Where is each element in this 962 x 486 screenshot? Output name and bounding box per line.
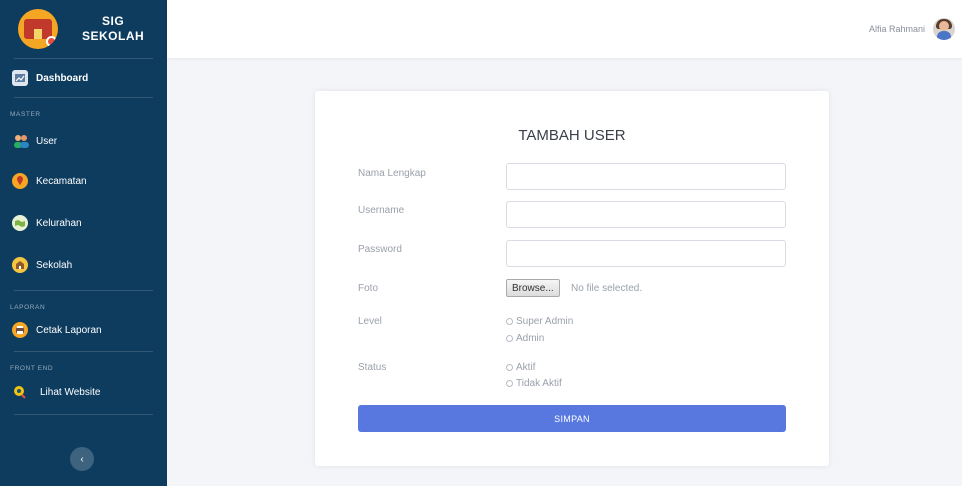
brand[interactable]: SIG SEKOLAH [0,0,167,58]
radio-tidak-aktif[interactable]: Tidak Aktif [506,378,562,389]
sidebar-item-label: Lihat Website [40,386,101,398]
sidebar-item-label: Sekolah [36,259,73,271]
view-icon [12,384,28,400]
radio-circle[interactable] [506,318,513,325]
section-label-master: MASTER [10,111,41,118]
simpan-button[interactable]: SIMPAN [358,405,786,432]
radio-aktif[interactable]: Aktif [506,362,535,373]
section-label-laporan: LAPORAN [10,304,46,311]
sidebar-item-sekolah[interactable]: Sekolah [0,244,167,286]
status-label: Status [358,362,387,373]
divider [14,351,153,352]
sidebar-item-label: Cetak Laporan [36,324,102,336]
foto-label: Foto [358,283,379,294]
printer-icon [12,322,28,338]
password-label: Password [358,244,402,255]
radio-label: Super Admin [516,316,574,327]
dashboard-icon [12,70,28,86]
radio-circle[interactable] [506,364,513,371]
school-logo-icon [18,9,58,49]
user-name[interactable]: Alfia Rahmani [869,24,925,34]
school-icon [12,257,28,273]
chevron-left-icon: ‹ [80,453,84,465]
map-icon [12,215,28,231]
sidebar-item-kecamatan[interactable]: Kecamatan [0,160,167,202]
add-user-form-card: TAMBAH USER Nama Lengkap Username Passwo… [315,91,829,466]
sidebar-item-dashboard[interactable]: Dashboard [0,59,167,97]
radio-circle[interactable] [506,335,513,342]
radio-admin[interactable]: Admin [506,333,544,344]
divider [14,414,153,415]
divider [14,290,153,291]
sidebar-item-label: Dashboard [36,72,89,84]
location-icon [12,173,28,189]
username-label: Username [358,205,405,216]
radio-super-admin[interactable]: Super Admin [506,316,573,327]
sidebar-item-label: Kelurahan [36,217,82,229]
radio-label: Aktif [516,362,536,373]
sidebar-item-cetak-laporan[interactable]: Cetak Laporan [0,313,167,347]
sidebar-item-label: Kecamatan [36,175,87,187]
file-status: No file selected. [571,283,643,294]
level-label: Level [358,316,382,327]
avatar[interactable] [933,18,955,40]
section-label-front-end: FRONT END [10,365,54,372]
page-title: TAMBAH USER [518,127,626,144]
divider [14,97,153,98]
browse-button[interactable]: Browse... [506,279,560,297]
nama-label: Nama Lengkap [358,168,426,179]
users-icon [12,133,29,149]
topbar: Alfia Rahmani [167,0,962,58]
sidebar-item-user[interactable]: User [0,122,167,160]
sidebar: SIG SEKOLAH Dashboard MASTER User Kecama… [0,0,167,486]
brand-name: SIG SEKOLAH [82,14,145,43]
radio-label: Tidak Aktif [516,378,562,389]
password-input[interactable] [506,240,786,267]
sidebar-item-kelurahan[interactable]: Kelurahan [0,202,167,244]
sidebar-item-label: User [36,135,58,147]
sidebar-toggle-button[interactable]: ‹ [70,447,94,471]
radio-label: Admin [516,333,545,344]
nama-lengkap-input[interactable] [506,163,786,190]
username-input[interactable] [506,201,786,228]
sidebar-item-lihat-website[interactable]: Lihat Website [0,374,167,410]
radio-circle[interactable] [506,380,513,387]
